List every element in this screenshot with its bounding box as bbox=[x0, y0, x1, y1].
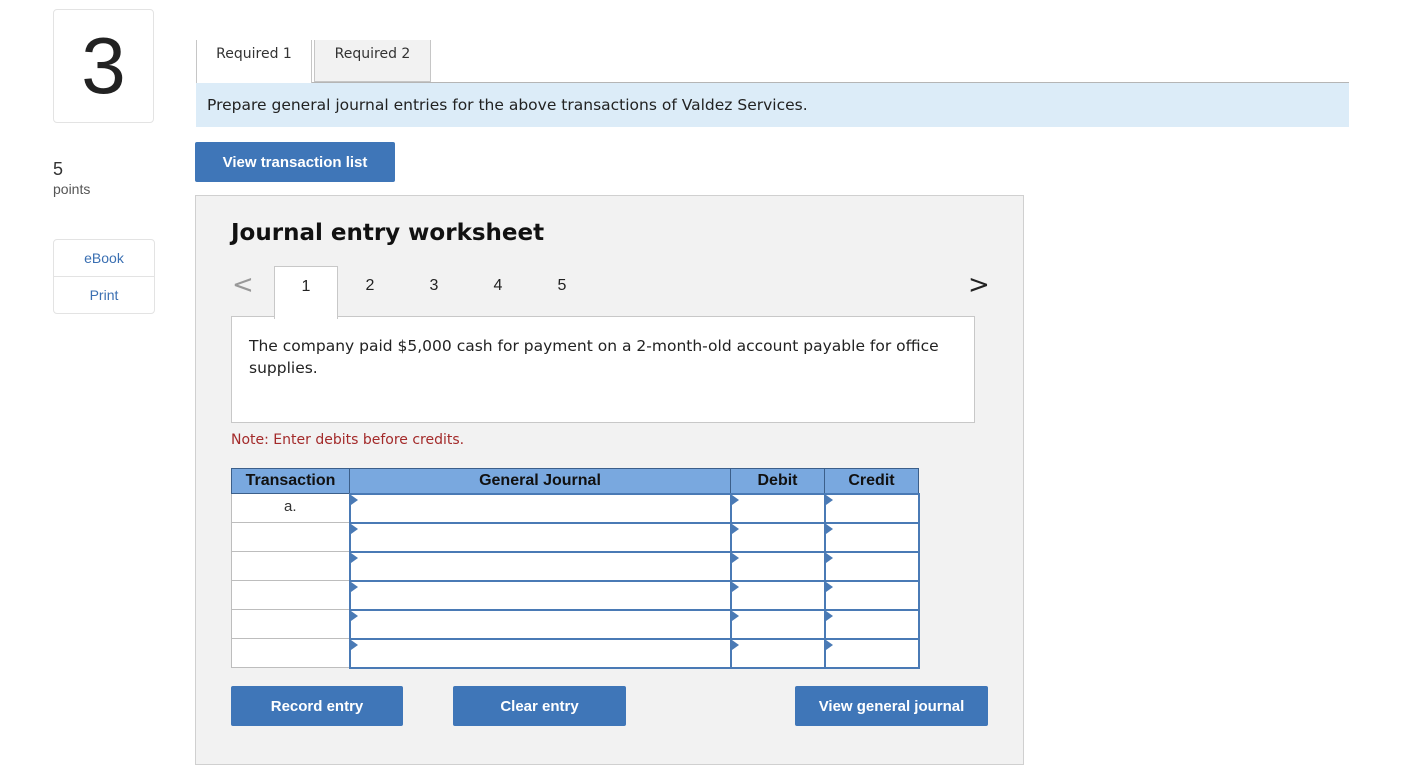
table-row bbox=[231, 608, 920, 640]
prev-arrow-icon[interactable]: < bbox=[232, 271, 254, 299]
account-dropdown[interactable] bbox=[348, 492, 732, 524]
account-dropdown[interactable] bbox=[348, 579, 732, 611]
header-general-journal: General Journal bbox=[349, 468, 731, 494]
account-dropdown[interactable] bbox=[348, 521, 732, 553]
table-row bbox=[231, 521, 920, 553]
debit-input[interactable] bbox=[729, 637, 826, 669]
required-tabs: Required 1 Required 2 bbox=[196, 40, 1349, 83]
transaction-cell bbox=[231, 609, 350, 639]
tab-required-2-label: Required 2 bbox=[334, 46, 411, 62]
points-label: points bbox=[53, 181, 91, 197]
record-entry-button[interactable]: Record entry bbox=[231, 686, 403, 726]
page-tab-2[interactable]: 2 bbox=[338, 266, 402, 318]
page-tab-1[interactable]: 1 bbox=[274, 266, 338, 319]
tab-required-1[interactable]: Required 1 bbox=[196, 40, 312, 83]
transaction-cell bbox=[231, 580, 350, 610]
tab-required-1-label: Required 1 bbox=[216, 46, 292, 62]
ebook-link[interactable]: eBook bbox=[54, 240, 154, 276]
question-number: 3 bbox=[53, 9, 154, 123]
instruction-banner: Prepare general journal entries for the … bbox=[196, 83, 1349, 127]
page-tab-3[interactable]: 3 bbox=[402, 266, 466, 318]
view-general-journal-button[interactable]: View general journal bbox=[795, 686, 988, 726]
table-row bbox=[231, 550, 920, 582]
table-row bbox=[231, 637, 920, 669]
debit-input[interactable] bbox=[729, 579, 826, 611]
debit-input[interactable] bbox=[729, 492, 826, 524]
table-row bbox=[231, 579, 920, 611]
credit-input[interactable] bbox=[823, 608, 920, 640]
account-dropdown[interactable] bbox=[348, 608, 732, 640]
next-arrow-icon[interactable]: > bbox=[968, 271, 990, 299]
debit-input[interactable] bbox=[729, 550, 826, 582]
credit-input[interactable] bbox=[823, 521, 920, 553]
page-tab-5[interactable]: 5 bbox=[530, 266, 594, 318]
print-link[interactable]: Print bbox=[54, 276, 154, 313]
credit-input[interactable] bbox=[823, 637, 920, 669]
header-credit: Credit bbox=[824, 468, 919, 494]
points-value: 5 bbox=[53, 159, 64, 179]
table-header-row: Transaction General Journal Debit Credit bbox=[231, 468, 919, 494]
transaction-cell bbox=[231, 522, 350, 552]
clear-entry-button[interactable]: Clear entry bbox=[453, 686, 626, 726]
view-transaction-list-button[interactable]: View transaction list bbox=[195, 142, 395, 182]
account-dropdown[interactable] bbox=[348, 637, 732, 669]
debit-input[interactable] bbox=[729, 521, 826, 553]
journal-entry-table: Transaction General Journal Debit Credit… bbox=[231, 468, 920, 669]
credit-input[interactable] bbox=[823, 550, 920, 582]
header-debit: Debit bbox=[730, 468, 825, 494]
debit-credit-note: Note: Enter debits before credits. bbox=[231, 432, 465, 448]
transaction-cell bbox=[231, 551, 350, 581]
account-dropdown[interactable] bbox=[348, 550, 732, 582]
credit-input[interactable] bbox=[823, 579, 920, 611]
page-tab-4[interactable]: 4 bbox=[466, 266, 530, 318]
debit-input[interactable] bbox=[729, 608, 826, 640]
side-links: eBook Print bbox=[53, 239, 155, 314]
worksheet-title: Journal entry worksheet bbox=[231, 220, 545, 246]
tab-required-2[interactable]: Required 2 bbox=[314, 40, 431, 82]
header-transaction: Transaction bbox=[231, 468, 350, 494]
transaction-description: The company paid $5,000 cash for payment… bbox=[231, 316, 975, 423]
credit-input[interactable] bbox=[823, 492, 920, 524]
transaction-cell: a. bbox=[231, 493, 350, 523]
transaction-cell bbox=[231, 638, 350, 668]
table-row: a. bbox=[231, 492, 920, 524]
points-box: 5 points bbox=[53, 158, 90, 198]
